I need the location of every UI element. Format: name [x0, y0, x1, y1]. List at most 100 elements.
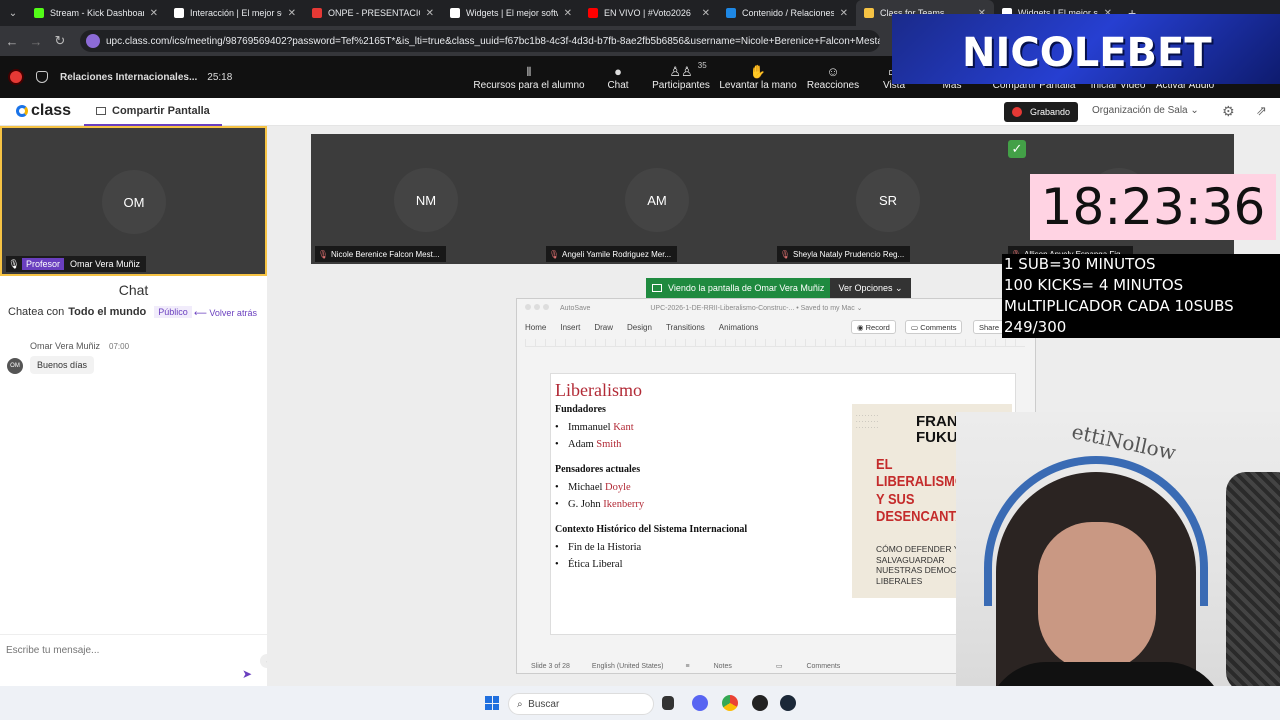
status-comments-label: Comments [806, 663, 841, 670]
meeting-timer: 25:18 [207, 71, 233, 83]
browser-tab[interactable]: ONPE - PRESENTACIÓN D ✕ [304, 0, 442, 26]
ppt-filename: UPC-2026-1-DE-RRII-Liberalismo-Construc-… [650, 305, 863, 312]
bullet-first: Michael [568, 482, 603, 493]
share-label: Share [979, 322, 1000, 332]
role-badge: Profesor [22, 258, 65, 270]
bullet-first: Ética Liberal [568, 559, 623, 570]
browser-tab[interactable]: Interacción | El mejor softw ✕ [166, 0, 304, 26]
popout-icon[interactable]: ⇗ [1256, 103, 1267, 119]
room-organization-dropdown[interactable]: Organización de Sala ⌄ [1092, 105, 1199, 116]
mic-muted-icon: 🎙 [548, 249, 560, 259]
leave-meeting-icon[interactable] [10, 71, 22, 83]
rule-line: 100 KICKS= 4 MINUTOS [1004, 276, 1184, 294]
stream-brand-banner: NICOLEBET [892, 14, 1280, 84]
browser-tab[interactable]: Contenido / Relaciones In ✕ [718, 0, 856, 26]
close-icon[interactable]: ✕ [288, 8, 296, 19]
ppt-ruler [525, 339, 1025, 347]
comments-label: Comments [920, 322, 957, 332]
screen-icon [96, 107, 106, 115]
participant-label: 🎙 Nicole Berenice Falcon Mest... [315, 246, 446, 262]
professor-name: Omar Vera Muñiz [70, 259, 141, 269]
ppt-record-button: ◉ Record [851, 320, 896, 334]
close-icon[interactable]: ✕ [840, 8, 848, 19]
forward-icon[interactable]: → [24, 34, 48, 49]
participant-video-tile[interactable]: SR 🎙 Sheyla Nataly Prudencio Reg... [773, 134, 1004, 264]
url-input[interactable]: upc.class.com/ics/meeting/98769569402?pa… [80, 30, 880, 52]
participant-video-tile[interactable]: AM 🎙 Angeli Yamile Rodriguez Mer... [542, 134, 773, 264]
org-label: Organización de Sala [1092, 105, 1188, 116]
back-link[interactable]: ⟵ Volver atrás [194, 308, 257, 319]
send-icon[interactable]: ➤ [242, 667, 252, 681]
close-icon[interactable]: ✕ [150, 8, 158, 19]
close-icon[interactable]: ✕ [426, 8, 434, 19]
browser-tab[interactable]: Widgets | El mejor softw ✕ [442, 0, 580, 26]
tab-favicon-icon [726, 8, 736, 18]
bullet-dot: • [555, 499, 559, 510]
avatar: AM [625, 168, 689, 232]
tab-favicon-icon [312, 8, 322, 18]
ppt-title-bar: AutoSave UPC-2026-1-DE-RRII-Liberalismo-… [517, 299, 1035, 317]
gear-icon[interactable]: ⚙ [1222, 103, 1235, 120]
ribbon-tab-design: Design [627, 322, 652, 332]
participant-name: Sheyla Nataly Prudencio Reg... [793, 249, 905, 259]
file-icon[interactable] [662, 696, 674, 710]
tab-favicon-icon [864, 8, 874, 18]
chat-title: Chat [118, 282, 149, 298]
comment-icon: ▭ [775, 663, 783, 670]
reload-icon[interactable]: ↻ [48, 33, 72, 49]
recording-label: Grabando [1030, 107, 1071, 117]
slide-bullet: • Adam Smith [555, 439, 621, 450]
message-text: Buenos días [30, 356, 95, 374]
bullet-highlight: Doyle [605, 482, 631, 493]
chrome-icon[interactable] [722, 695, 738, 711]
bullet-first: Fin de la Historia [568, 542, 642, 553]
tab-search-icon[interactable]: ⌄ [0, 0, 26, 26]
bullet-first: Adam [568, 439, 594, 450]
rule-line: 1 SUB=30 MINUTOS [1004, 255, 1156, 273]
tab-label: Compartir Pantalla [112, 105, 210, 117]
chat-recipient[interactable]: Chatea con Todo el mundo Público [8, 306, 192, 318]
professor-video-tile[interactable]: OM 🎙 Profesor Omar Vera Muñiz [0, 126, 267, 276]
message-author: Omar Vera Muñiz [30, 341, 101, 351]
browser-tab[interactable]: Stream - Kick Dashboard ✕ [26, 0, 166, 26]
hand-icon: ✋ [749, 63, 767, 79]
security-shield-icon[interactable] [36, 71, 48, 83]
site-info-icon[interactable] [86, 34, 100, 48]
stream-clock: 18:23:36 [1030, 174, 1276, 240]
windows-start-icon[interactable] [485, 696, 499, 710]
slide-counter: Slide 3 of 28 [531, 662, 570, 670]
close-icon[interactable]: ✕ [564, 8, 572, 19]
browser-tab[interactable]: EN VIVO | #Voto2026 ✕ [580, 0, 718, 26]
tab-compartir-pantalla[interactable]: Compartir Pantalla [84, 98, 222, 126]
participant-video-tile[interactable]: NM 🎙 Nicole Berenice Falcon Mest... [311, 134, 542, 264]
chat-message-input[interactable] [6, 645, 226, 656]
tab-title: EN VIVO | #Voto2026 [604, 8, 691, 18]
obs-icon[interactable] [752, 695, 768, 711]
back-icon[interactable]: ← [0, 34, 24, 49]
mic-muted-icon: 🎙 [317, 249, 329, 259]
avatar: OM [102, 170, 166, 234]
brand-text: NICOLEBET [962, 30, 1212, 76]
ribbon-tab-draw: Draw [594, 322, 614, 332]
mic-icon: 🎙 [8, 258, 20, 269]
bullet-dot: • [555, 542, 559, 553]
steam-icon[interactable] [780, 695, 796, 711]
sub-goal-counter: 249/300 [1004, 318, 1067, 336]
ribbon-tab-home: Home [525, 322, 547, 332]
slide-section-heading: Pensadores actuales [555, 464, 641, 475]
url-text: upc.class.com/ics/meeting/98769569402?pa… [106, 35, 880, 47]
visibility-badge: Público [154, 306, 192, 318]
record-icon: ◉ [857, 322, 864, 332]
tab-title: Contenido / Relaciones In [742, 8, 834, 18]
autosave-label: AutoSave [560, 304, 591, 312]
close-icon[interactable]: ✕ [702, 8, 710, 19]
discord-icon[interactable] [692, 695, 708, 711]
notes-label: Notes [713, 662, 732, 670]
recording-badge[interactable]: Grabando [1004, 102, 1079, 122]
tab-favicon-icon [588, 8, 598, 18]
tab-title: Widgets | El mejor softw [466, 8, 558, 18]
taskbar-search[interactable]: ⌕ Buscar [508, 693, 654, 715]
tab-favicon-icon [34, 8, 44, 18]
class-logo: class [16, 102, 71, 120]
view-options-button[interactable]: Ver Opciones ⌄ [830, 278, 911, 298]
